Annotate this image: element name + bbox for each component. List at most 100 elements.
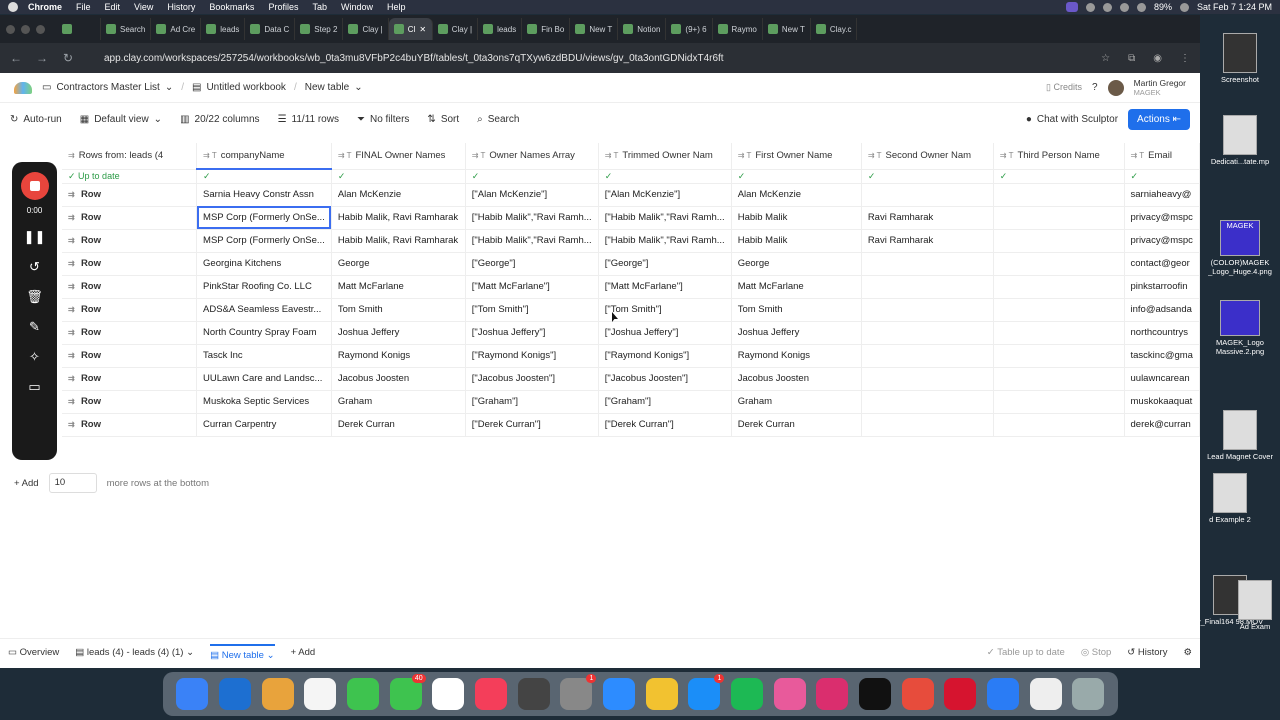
view-selector[interactable]: ▦ Default view ⌄ xyxy=(80,114,162,125)
search-button[interactable]: ⌕ Search xyxy=(477,114,519,125)
third-person-cell[interactable] xyxy=(993,413,1125,437)
email-cell[interactable]: pinkstarroofin xyxy=(1124,275,1200,299)
tab-overview[interactable]: ▭ Overview xyxy=(8,647,59,658)
trimmed-owner-cell[interactable]: ["Joshua Jeffery"] xyxy=(598,321,732,345)
user-block[interactable]: Martin Gregor MAGEK xyxy=(1134,78,1186,97)
reload-icon[interactable]: ↻ xyxy=(62,51,74,65)
extensions-icon[interactable]: ⧉ xyxy=(1128,53,1135,64)
zoom-icon[interactable] xyxy=(603,678,636,710)
browser-tab-active[interactable]: Cl ✕ xyxy=(388,18,433,40)
photos-icon[interactable] xyxy=(773,678,806,710)
table-row[interactable]: ⇉ Row Tasck Inc Raymond Konigs ["Raymond Ko… xyxy=(62,344,1200,368)
final-owner-names-cell[interactable]: Matt McFarlane xyxy=(331,275,466,299)
close-tab-icon[interactable]: ✕ xyxy=(419,25,426,34)
row-source-cell[interactable]: ⇉ Row xyxy=(62,229,198,253)
final-owner-names-cell[interactable]: Tom Smith xyxy=(331,298,466,322)
column-header-source[interactable]: ⇉ Rows from: leads (4 xyxy=(62,143,198,170)
trimmed-owner-cell[interactable]: ["Habib Malik","Ravi Ramh... xyxy=(598,206,732,230)
menu-view[interactable]: View xyxy=(134,2,153,12)
companyname-cell[interactable]: Tasck Inc xyxy=(196,344,332,368)
row-source-cell[interactable]: ⇉ Row xyxy=(62,367,198,391)
third-person-cell[interactable] xyxy=(993,390,1125,414)
companyname-cell[interactable]: Curran Carpentry xyxy=(196,413,332,437)
owner-names-array-cell[interactable]: ["Tom Smith"] xyxy=(465,298,599,322)
table-row[interactable]: ⇉ Row MSP Corp (Formerly OnSe... Habib Mal… xyxy=(62,229,1200,253)
owner-names-array-cell[interactable]: ["Matt McFarlane"] xyxy=(465,275,599,299)
email-cell[interactable]: northcountrys xyxy=(1124,321,1200,345)
first-owner-cell[interactable]: George xyxy=(731,252,862,276)
restart-icon[interactable]: ↺ xyxy=(29,259,40,275)
notes-icon[interactable] xyxy=(304,678,337,710)
browser-tab[interactable]: Fin Bo xyxy=(522,18,571,40)
browser-tab[interactable]: Notion xyxy=(618,18,667,40)
third-person-cell[interactable] xyxy=(993,206,1125,230)
settings-icon[interactable]: ⚙ xyxy=(1183,647,1192,658)
third-person-cell[interactable] xyxy=(993,367,1125,391)
trimmed-owner-cell[interactable]: ["George"] xyxy=(598,252,732,276)
desktop-file[interactable]: MAGEK_Logo Massive.2.png xyxy=(1205,300,1275,356)
row-source-cell[interactable]: ⇉ Row xyxy=(62,252,198,276)
clay-logo-icon[interactable] xyxy=(14,81,32,94)
desktop-file[interactable]: Dedicati...tate.mp xyxy=(1205,115,1275,166)
column-header-third-person[interactable]: ⇉ T Third Person Name xyxy=(993,143,1125,170)
trimmed-owner-cell[interactable]: ["Jacobus Joosten"] xyxy=(598,367,732,391)
profile-icon[interactable]: ◉ xyxy=(1153,53,1162,64)
menu-window[interactable]: Window xyxy=(341,2,373,12)
launchpad-icon[interactable] xyxy=(261,678,294,710)
stop-recording-button[interactable] xyxy=(20,172,49,200)
third-person-cell[interactable] xyxy=(993,252,1125,276)
browser-tab[interactable]: Clay.c xyxy=(811,18,858,40)
final-owner-names-cell[interactable]: Joshua Jeffery xyxy=(331,321,466,345)
row-source-cell[interactable]: ⇉ Row xyxy=(62,183,198,207)
capcut-icon[interactable] xyxy=(859,678,892,710)
table-row[interactable]: ⇉ Row ADS&A Seamless Eavestr... Tom Smith[… xyxy=(62,298,1200,322)
sculptor-button[interactable]: ● Chat with Sculptor xyxy=(1026,114,1118,125)
owner-names-array-cell[interactable]: ["Raymond Konigs"] xyxy=(465,344,599,368)
owner-names-array-cell[interactable]: ["Alan McKenzie"] xyxy=(465,183,599,207)
email-cell[interactable]: privacy@mspc xyxy=(1124,206,1200,230)
second-owner-cell[interactable] xyxy=(861,413,994,437)
url-field[interactable]: app.clay.com/workspaces/257254/workbooks… xyxy=(104,53,724,64)
owner-names-array-cell[interactable]: ["George"] xyxy=(465,252,599,276)
rows-button[interactable]: ☰ 11/11 rows xyxy=(278,114,339,125)
chrome-icon[interactable] xyxy=(645,678,678,710)
effects-icon[interactable]: ✧ xyxy=(29,349,40,365)
breadcrumb-table[interactable]: New table ⌄ xyxy=(305,82,363,93)
browser-tab[interactable]: Clay | xyxy=(433,18,479,40)
email-cell[interactable]: tasckinc@gma xyxy=(1124,344,1200,368)
final-owner-names-cell[interactable]: Graham xyxy=(331,390,466,414)
menu-help[interactable]: Help xyxy=(387,2,406,12)
second-owner-cell[interactable]: Ravi Ramharak xyxy=(861,229,994,253)
tray-app-icon[interactable] xyxy=(1065,2,1078,12)
first-owner-cell[interactable]: Alan McKenzie xyxy=(731,183,862,207)
table-row[interactable]: ⇉ Row MSP Corp (Formerly OnSe... Habib Mal… xyxy=(62,206,1200,230)
row-source-cell[interactable]: ⇉ Row xyxy=(62,344,198,368)
row-source-cell[interactable]: ⇉ Row xyxy=(62,413,198,437)
browser-tab[interactable] xyxy=(57,18,101,40)
owner-names-array-cell[interactable]: ["Jacobus Joosten"] xyxy=(465,367,599,391)
companyname-cell[interactable]: UULawn Care and Landsc... xyxy=(196,367,332,391)
desktop-file[interactable]: d Example 2 xyxy=(1195,473,1265,524)
row-source-cell[interactable]: ⇉ Row xyxy=(62,390,198,414)
draw-icon[interactable]: ✎ xyxy=(29,319,40,335)
companyname-cell[interactable]: ADS&A Seamless Eavestr... xyxy=(196,298,332,322)
email-cell[interactable]: uulawncarean xyxy=(1124,367,1200,391)
stop-button[interactable]: ◎ Stop xyxy=(1081,647,1111,658)
autorun-button[interactable]: ↻ Auto-run xyxy=(10,114,62,125)
messages-icon[interactable]: 40 xyxy=(389,674,426,710)
creative-cloud-icon[interactable] xyxy=(816,678,849,710)
row-source-cell[interactable]: ⇉ Row xyxy=(62,321,198,345)
first-owner-cell[interactable]: Tom Smith xyxy=(731,298,862,322)
table-row[interactable]: ⇉ Row North Country Spray Foam Joshua Jeff… xyxy=(62,321,1200,345)
filters-button[interactable]: ⏷ No filters xyxy=(357,114,409,125)
help-icon[interactable]: ? xyxy=(1092,82,1098,93)
clock[interactable]: Sat Feb 7 1:24 PM xyxy=(1197,2,1272,12)
table-row[interactable]: ⇉ Row Muskoka Septic Services Graham ["Grah… xyxy=(62,390,1200,414)
table-row[interactable]: ⇉ Row UULawn Care and Landsc... Jacobus Jo… xyxy=(62,367,1200,391)
first-owner-cell[interactable]: Raymond Konigs xyxy=(731,344,862,368)
third-person-cell[interactable] xyxy=(993,344,1125,368)
browser-tab[interactable]: Search xyxy=(101,18,152,40)
menu-history[interactable]: History xyxy=(167,2,195,12)
final-owner-names-cell[interactable]: Habib Malik, Ravi Ramharak xyxy=(331,229,466,253)
second-owner-cell[interactable] xyxy=(861,252,994,276)
